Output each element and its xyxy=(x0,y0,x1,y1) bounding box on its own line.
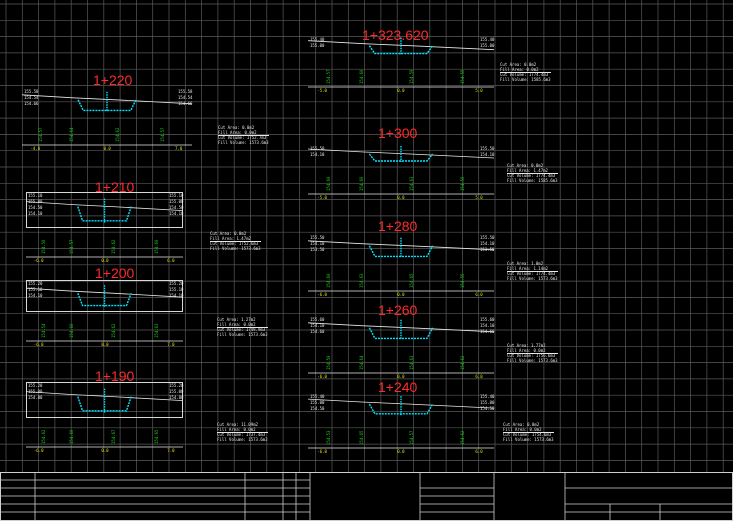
offset-axis-label: 0.0 xyxy=(101,342,109,347)
volume-summary-line: Fill Volume: 1573.6m3 xyxy=(507,275,558,281)
offset-elevation-label: 154.63 xyxy=(359,273,365,288)
offset-axis-label: 0.0 xyxy=(101,258,109,263)
offset-elevation-label: 154.60 xyxy=(153,239,159,254)
offset-axis-label: 7.0 xyxy=(175,146,183,151)
offset-elevation-label: 154.63 xyxy=(409,176,415,191)
ground-profile xyxy=(25,388,184,448)
offset-axis-label: -6.0 xyxy=(317,292,327,297)
offset-axis-label: 5.0 xyxy=(475,195,483,200)
offset-elevation-label: 154.59 xyxy=(325,355,331,370)
offset-elevation-label: 154.57 xyxy=(38,127,43,142)
offset-axis-label: 0.0 xyxy=(397,195,405,200)
offset-elevation-label: 154.53 xyxy=(325,430,331,445)
offset-elevation-label: 154.65 xyxy=(409,273,415,288)
offset-elevation-label: 154.60 xyxy=(68,429,74,444)
volume-summary-line: Fill Volume: 1585.6m3 xyxy=(507,177,558,183)
offset-elevation-label: 154.54 xyxy=(40,323,46,338)
offset-elevation-label: 154.65 xyxy=(359,430,365,445)
design-template-profile xyxy=(368,45,434,55)
volume-summary-line: Fill Volume: 1573.6m3 xyxy=(217,436,268,442)
volume-summary: Cut Area: 0.0m2 Fill Area: 1.47m2 Cut Volu… xyxy=(210,231,261,251)
offset-axis-label: 7.0 xyxy=(167,342,175,347)
station-title: 1+200 xyxy=(95,265,135,281)
offset-axis-label: -4.0 xyxy=(30,146,41,151)
volume-summary-line: Fill Volume: 1573.6m3 xyxy=(210,245,261,251)
offset-axis-label: -6.0 xyxy=(33,448,44,453)
offset-elevation-label: 154.62 xyxy=(114,127,120,142)
volume-summary-line: Fill Volume: 1573.6m3 xyxy=(507,357,558,363)
offset-elevation-label: 154.57 xyxy=(160,127,166,142)
ground-profile xyxy=(25,198,184,258)
offset-axis-label: 6.0 xyxy=(167,258,175,263)
cad-drawing-viewport[interactable]: 1+220 155.58 154.54 154.66 155.58 154.54 154.6… xyxy=(0,0,733,521)
offset-elevation-label: 154.60 xyxy=(325,273,331,288)
volume-summary: Cut Area: 0.0m2 Fill Area: 0.0m2 Cut Volum… xyxy=(218,125,269,145)
offset-axis-label: -5.0 xyxy=(317,195,327,200)
offset-elevation-label: 154.63 xyxy=(153,323,159,338)
offset-axis-label: 5.0 xyxy=(475,88,483,93)
offset-elevation-label: 154.55 xyxy=(459,176,465,191)
offset-elevation-label: 154.62 xyxy=(111,323,117,338)
offset-axis-label: -6.0 xyxy=(33,342,44,347)
volume-summary: Cut Area: 0.0m2 Fill Area: 0.0m2 Cut Volum… xyxy=(503,422,554,442)
title-block xyxy=(0,472,733,521)
offset-elevation-label: 154.60 xyxy=(68,323,74,338)
offset-elevation-label: 154.60 xyxy=(359,69,365,84)
offset-elevation-label: 154.59 xyxy=(409,69,415,84)
offset-elevation-label: 154.60 xyxy=(359,176,365,191)
offset-elevation-label: 154.64 xyxy=(68,127,74,142)
offset-axis-label: 6.0 xyxy=(475,374,483,379)
offset-elevation-label: 154.62 xyxy=(111,239,117,254)
offset-elevation-label: 154.57 xyxy=(68,239,74,254)
offset-axis-label: 7.0 xyxy=(167,448,175,453)
offset-elevation-label: 154.57 xyxy=(325,69,331,84)
volume-summary: Cut Area: 11.09m2 Fill Area: 0.0m2 Cut Vol… xyxy=(217,422,268,442)
offset-axis-label: -6.0 xyxy=(317,449,327,454)
volume-summary-line: Fill Volume: 1585.6m3 xyxy=(500,76,551,82)
offset-axis-label: 0.0 xyxy=(397,292,405,297)
volume-summary-line: Fill Volume: 1573.6m3 xyxy=(218,139,269,145)
offset-axis-label: 0.0 xyxy=(397,88,405,93)
offset-elevation-label: 154.57 xyxy=(409,430,415,445)
offset-axis-label: 0.0 xyxy=(397,449,405,454)
offset-axis-label: 6.0 xyxy=(475,292,483,297)
offset-elevation-label: 154.63 xyxy=(409,355,415,370)
offset-axis-label: -6.0 xyxy=(33,258,44,263)
offset-elevation-label: 154.62 xyxy=(40,429,46,444)
volume-summary: Cut Area: 1.0m2 Fill Area: 1.14m2 Cut Volu… xyxy=(507,261,558,281)
offset-elevation-label: 154.62 xyxy=(459,430,465,445)
station-title: 1+260 xyxy=(378,302,418,318)
station-title: 1+300 xyxy=(378,125,418,141)
offset-axis-label: -5.0 xyxy=(317,88,327,93)
volume-summary-line: Fill Volume: 1573.6m3 xyxy=(217,331,268,337)
offset-elevation-label: 154.67 xyxy=(111,429,117,444)
offset-axis-label: 0.0 xyxy=(103,146,111,151)
offset-elevation-label: 154.60 xyxy=(325,176,331,191)
station-title: 1+240 xyxy=(378,379,418,395)
offset-axis-label: -6.0 xyxy=(317,374,327,379)
offset-axis-label: 0.0 xyxy=(101,448,109,453)
volume-summary: Cut Area: 0.0m2 Fill Area: 1.47m2 Cut Volu… xyxy=(507,163,558,183)
offset-elevation-label: 154.64 xyxy=(359,355,365,370)
offset-elevation-label: 154.50 xyxy=(40,239,46,254)
volume-summary: Cut Area: 0.0m2 Fill Area: 0.0m2 Cut Volum… xyxy=(500,62,551,82)
offset-elevation-label: 154.55 xyxy=(459,273,465,288)
offset-elevation-label: 154.62 xyxy=(459,355,465,370)
station-title: 1+190 xyxy=(95,368,135,384)
offset-axis-label: 6.0 xyxy=(475,449,483,454)
station-title: 1+220 xyxy=(93,72,133,88)
volume-summary-line: Fill Volume: 1573.6m3 xyxy=(503,436,554,442)
offset-elevation-label: 154.55 xyxy=(459,69,465,84)
station-title: 1+280 xyxy=(378,218,418,234)
offset-elevation-label: 154.65 xyxy=(153,429,159,444)
volume-summary: Cut Area: 1.27m2 Fill Area: 0.0m2 Cut Volu… xyxy=(217,317,268,337)
volume-summary: Cut Area: 1.77m2 Fill Area: 0.0m2 Cut Volu… xyxy=(507,343,558,363)
